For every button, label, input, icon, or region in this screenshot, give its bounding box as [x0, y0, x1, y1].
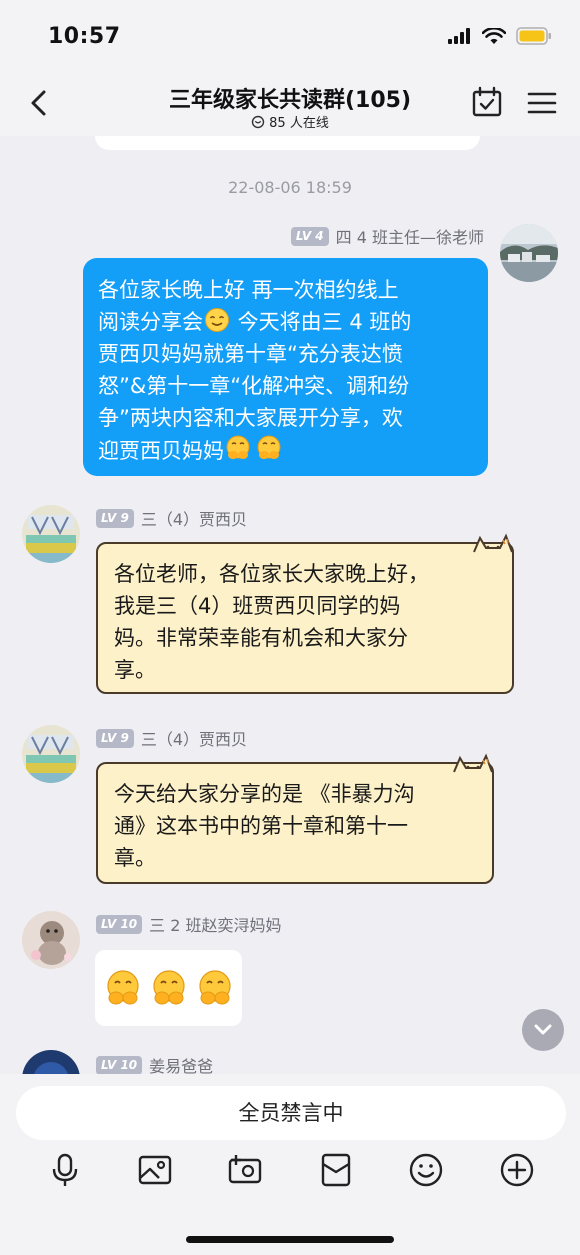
avatar-image: [22, 505, 80, 563]
scroll-to-bottom-button[interactable]: [522, 1009, 564, 1051]
image-icon[interactable]: [137, 1152, 173, 1188]
navigation-bar: 三年级家长共读群(105) 85 人在线: [0, 70, 580, 136]
message-line: 章。: [114, 846, 156, 870]
level-badge: LV 9: [96, 728, 134, 748]
avatar[interactable]: [22, 1050, 80, 1074]
message-text: 今天将由三 4 班的: [231, 310, 412, 334]
input-area: 全员禁言中: [0, 1074, 580, 1255]
message-line: 今天给大家分享的是 《非暴力沟: [114, 782, 415, 806]
online-status-icon: [251, 115, 265, 128]
sender-name[interactable]: 姜易爸爸: [149, 1053, 213, 1074]
avatar[interactable]: [22, 505, 80, 563]
home-indicator: [186, 1236, 394, 1243]
smiling-emoji-icon: [205, 308, 229, 332]
status-bar: 10:57: [0, 0, 580, 70]
message-line: 妈。非常荣幸能有机会和大家分: [114, 626, 408, 650]
sender-info: LV 9 三（4）贾西贝: [96, 726, 247, 750]
wifi-icon: [482, 27, 506, 44]
microphone-icon[interactable]: [47, 1152, 83, 1188]
avatar-image: [22, 911, 80, 969]
message-timestamp: 22-08-06 18:59: [228, 178, 352, 197]
hamburger-menu-icon[interactable]: [526, 88, 558, 118]
muted-input-bar[interactable]: 全员禁言中: [16, 1086, 566, 1140]
message-bubble[interactable]: 各位家长晚上好 再一次相约线上 阅读分享会 今天将由三 4 班的 贾西贝妈妈就第…: [83, 258, 488, 476]
avatar-image: [22, 1050, 80, 1074]
camera-icon[interactable]: [227, 1152, 263, 1188]
level-badge: LV 4: [290, 226, 329, 246]
level-badge: LV 10: [96, 914, 143, 934]
input-toolbar: [0, 1152, 580, 1192]
message-bubble[interactable]: 今天给大家分享的是 《非暴力沟 通》这本书中的第十章和第十一 章。: [96, 753, 494, 884]
avatar[interactable]: [500, 224, 558, 282]
message-line: 享。: [114, 658, 156, 682]
message-line: 贾西贝妈妈就第十章“充分表达愤: [98, 342, 403, 366]
sender-info: LV 10 姜易爸爸: [96, 1053, 213, 1074]
level-badge: LV 9: [96, 508, 134, 528]
status-time: 10:57: [48, 24, 121, 49]
avatar-image: [500, 224, 558, 282]
message-text: 阅读分享会: [98, 310, 203, 334]
sender-info: LV 4 四 4 班主任—徐老师: [290, 224, 484, 248]
message-line: 各位老师，各位家长大家晚上好，: [114, 562, 429, 586]
bow-emoji-icon: [106, 970, 139, 1005]
message-text: 迎贾西贝妈妈: [98, 439, 224, 463]
bow-emoji-icon: [226, 435, 281, 459]
sender-name[interactable]: 三 2 班赵奕浔妈妈: [149, 912, 281, 936]
battery-icon: [516, 27, 551, 45]
avatar[interactable]: [22, 911, 80, 969]
sender-name[interactable]: 三（4）贾西贝: [141, 506, 247, 530]
sender-info: LV 10 三 2 班赵奕浔妈妈: [96, 912, 282, 936]
signal-icon: [448, 28, 470, 44]
message-line: 迎贾西贝妈妈: [98, 434, 474, 467]
cat-ears-decoration: [453, 753, 493, 773]
plus-icon[interactable]: [499, 1152, 535, 1188]
calendar-check-icon[interactable]: [471, 86, 503, 118]
message-line: 通》这本书中的第十章和第十一: [114, 814, 408, 838]
avatar-image: [22, 725, 80, 783]
red-packet-icon[interactable]: [318, 1152, 354, 1188]
emoji-icon[interactable]: [408, 1152, 444, 1188]
sender-info: LV 9 三（4）贾西贝: [96, 506, 247, 530]
bow-emoji-icon: [198, 970, 231, 1005]
chevron-down-icon: [534, 1024, 552, 1035]
message-bubble[interactable]: 各位老师，各位家长大家晚上好， 我是三（4）班贾西贝同学的妈 妈。非常荣幸能有机…: [96, 533, 514, 694]
level-badge: LV 10: [96, 1055, 143, 1074]
status-icons: [448, 27, 552, 45]
message-line: 怒”&第十一章“化解冲突、调和纷: [98, 374, 410, 398]
sender-name[interactable]: 四 4 班主任—徐老师: [336, 224, 484, 248]
previous-message-card: [95, 136, 480, 150]
chat-area[interactable]: 22-08-06 18:59 LV 4 四 4 班主任—徐老师 各位家长晚上好 …: [0, 136, 580, 1074]
online-count-text: 85 人在线: [269, 116, 329, 131]
message-line: 我是三（4）班贾西贝同学的妈: [114, 594, 401, 618]
bow-emoji-icon: [152, 970, 185, 1005]
message-bubble[interactable]: [95, 950, 242, 1026]
message-line: 阅读分享会 今天将由三 4 班的: [98, 306, 474, 338]
cat-ears-decoration: [473, 533, 513, 553]
avatar[interactable]: [22, 725, 80, 783]
message-line: 各位家长晚上好 再一次相约线上: [98, 278, 399, 302]
message-line: 争”两块内容和大家展开分享，欢: [98, 406, 403, 430]
sender-name[interactable]: 三（4）贾西贝: [141, 726, 247, 750]
